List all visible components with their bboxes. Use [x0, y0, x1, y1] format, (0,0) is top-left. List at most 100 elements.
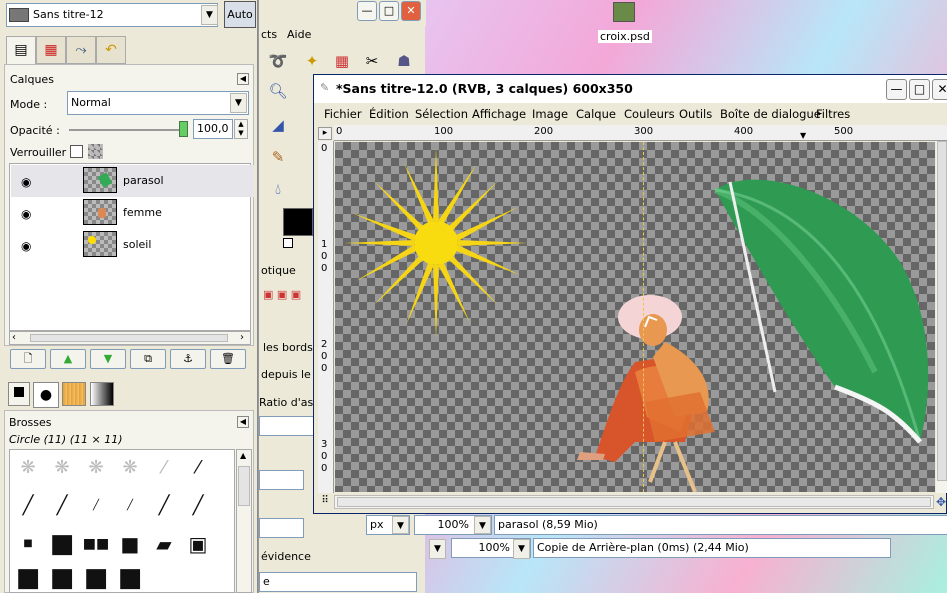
brush-item[interactable]: ■ [46, 562, 78, 592]
brush-item[interactable]: ❋ [114, 452, 146, 484]
auto-button[interactable]: Auto [224, 1, 256, 28]
foreground-select-icon[interactable]: ☗ [393, 50, 415, 72]
brushes-vscrollbar[interactable]: ▲ [236, 449, 252, 593]
menu-edit[interactable]: Édition [369, 107, 409, 121]
brush-item[interactable]: ❋ [80, 452, 112, 484]
brush-item[interactable]: ╱ [80, 490, 112, 522]
chevron-down-icon[interactable]: ▼ [230, 93, 247, 113]
brush-item[interactable]: ■ [12, 528, 44, 560]
transform-icon[interactable]: ◢ [267, 114, 289, 136]
tab-undo[interactable]: ↶ [96, 36, 126, 64]
duplicate-layer-button[interactable]: ⧉ [130, 349, 166, 369]
image-window-titlebar[interactable]: ✎ *Sans titre-12.0 (RVB, 3 calques) 600x… [314, 75, 947, 103]
brush-item[interactable]: ⁄ [148, 452, 180, 484]
size-field[interactable] [259, 518, 304, 538]
unit-select[interactable]: px ▼ [366, 515, 410, 535]
menu-image[interactable]: Image [532, 107, 568, 121]
brush-item[interactable]: ■ [114, 562, 146, 592]
minimize-icon[interactable]: — [886, 79, 907, 100]
brush-item[interactable]: ■ [80, 562, 112, 592]
desktop-file-icon[interactable]: croix.psd [598, 2, 652, 43]
brush-item[interactable]: ╱ [114, 490, 146, 522]
panel-menu-icon[interactable]: ◀ [237, 416, 249, 428]
scroll-left-icon[interactable]: ‹ [12, 332, 16, 343]
canvas-hscrollbar[interactable] [334, 495, 934, 509]
menu-colors[interactable]: Couleurs [624, 107, 675, 121]
brush-item[interactable]: ■ [46, 528, 78, 560]
menu-file[interactable]: Fichier [324, 107, 362, 121]
brush-item[interactable]: ❋ [46, 452, 78, 484]
layer-row[interactable]: ◉ soleil [11, 229, 254, 261]
menu-effects[interactable]: cts [261, 28, 277, 41]
maximize-icon[interactable]: □ [909, 79, 930, 100]
tab-brushes[interactable]: ● [33, 382, 59, 408]
eye-icon[interactable]: ◉ [21, 239, 31, 253]
lower-layer-button[interactable]: ▼ [90, 349, 126, 369]
menu-layer[interactable]: Calque [576, 107, 616, 121]
zoom-icon[interactable]: 🔍︎ [267, 80, 289, 102]
brush-item[interactable]: ▣ [182, 528, 214, 560]
brushes-grid[interactable]: ❋ ❋ ❋ ❋ ⁄ ⁄ ╱ ╱ ╱ ╱ ╱ ╱ ■ ■ ■■ ■ ▰ ▣ ■ ■… [9, 449, 235, 593]
delete-layer-button[interactable]: 🗑︎ [210, 349, 246, 369]
opacity-slider-handle[interactable] [179, 121, 188, 137]
chevron-down-icon[interactable]: ▼ [474, 516, 491, 534]
raise-layer-button[interactable]: ▲ [50, 349, 86, 369]
zoom-fit-icon[interactable]: ✥ [936, 495, 947, 509]
scroll-thumb[interactable] [238, 466, 250, 506]
scroll-thumb[interactable] [30, 334, 228, 342]
select-by-color-icon[interactable]: ▦ [331, 50, 353, 72]
lasso-icon[interactable]: ➰ [267, 50, 289, 72]
brush-item[interactable]: ╱ [148, 490, 180, 522]
ratio-field[interactable] [259, 416, 314, 436]
image-selector[interactable]: Sans titre-12 ▼ [6, 3, 218, 27]
brush-item[interactable]: ╱ [182, 490, 214, 522]
chevron-down-icon[interactable]: ▼ [201, 5, 218, 25]
lock-alpha-icon[interactable] [88, 144, 103, 159]
minimize-icon[interactable]: — [357, 1, 377, 21]
close-icon[interactable]: ✕ [401, 1, 421, 21]
reset-colors-icon[interactable] [283, 238, 293, 248]
navigate-icon[interactable]: ⠿ [318, 495, 332, 509]
opacity-spin-icon[interactable]: ▲ ▼ [234, 119, 248, 139]
brush-item[interactable]: ■■ [80, 528, 112, 560]
close-icon[interactable]: ✕ [932, 79, 947, 100]
menu-help[interactable]: Aide [287, 28, 311, 41]
scroll-right-icon[interactable]: › [240, 332, 244, 343]
magic-wand-icon[interactable]: ✦ [301, 50, 323, 72]
guides-select[interactable]: e [259, 572, 417, 592]
vertical-guide[interactable] [643, 142, 644, 492]
tab-paths[interactable]: ⤳ [66, 36, 96, 64]
scroll-up-icon[interactable]: ▲ [240, 451, 246, 460]
chevron-down-icon[interactable]: ▼ [392, 516, 409, 534]
quick-mask-menu-icon[interactable]: ▸ [318, 127, 332, 140]
maximize-icon[interactable]: □ [379, 1, 399, 21]
brush-item[interactable]: ╱ [12, 490, 44, 522]
tab-gradients[interactable] [90, 382, 114, 406]
brush-item[interactable]: ❋ [12, 452, 44, 484]
image-canvas[interactable] [335, 142, 935, 492]
scroll-thumb[interactable] [337, 497, 931, 507]
scissors-icon[interactable]: ✂ [361, 50, 383, 72]
menu-dialogs[interactable]: Boîte de dialogue [720, 107, 821, 121]
option-fixed-ratio[interactable]: Ratio d'aspe [259, 396, 314, 409]
paintbrush-icon[interactable]: ✎ [267, 146, 289, 168]
tab-fg-bg-colors[interactable] [8, 382, 30, 406]
brush-item[interactable]: ▰ [148, 528, 180, 560]
brush-item[interactable]: ■ [114, 528, 146, 560]
scroll-thumb[interactable] [937, 141, 947, 481]
eye-icon[interactable]: ◉ [21, 175, 31, 189]
chevron-down-icon[interactable]: ▼ [429, 539, 446, 559]
menu-view[interactable]: Affichage [472, 107, 526, 121]
tab-layers[interactable]: ▤ [6, 36, 36, 64]
layer-row[interactable]: ◉ femme [11, 197, 254, 229]
brush-item[interactable]: ⁄ [182, 452, 214, 484]
panel-menu-icon[interactable]: ◀ [237, 73, 249, 85]
option-highlight[interactable]: évidence [261, 550, 321, 563]
opacity-slider[interactable] [69, 129, 187, 131]
new-layer-button[interactable]: 🗋 [10, 349, 46, 369]
option-expand-from-center[interactable]: depuis le [261, 368, 316, 381]
menu-select[interactable]: Sélection [415, 107, 468, 121]
mode-select[interactable]: Normal ▼ [67, 91, 249, 115]
opacity-field[interactable]: 100,0 [193, 119, 233, 139]
eye-icon[interactable]: ◉ [21, 207, 31, 221]
